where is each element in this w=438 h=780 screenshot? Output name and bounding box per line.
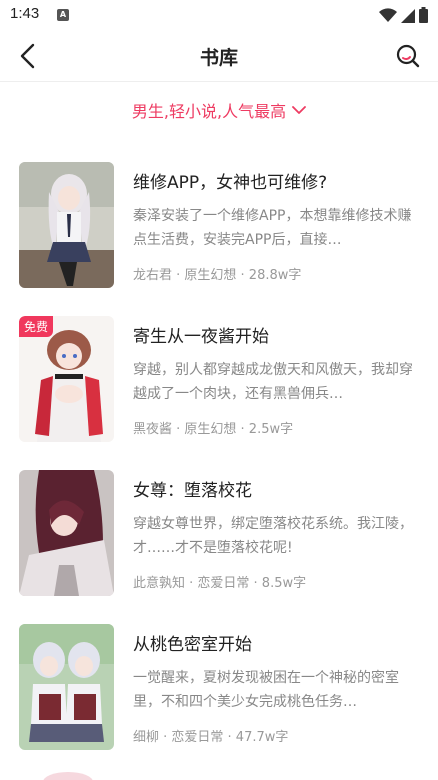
- cover-illustration: [19, 470, 114, 596]
- filter-label: 男生,轻小说,人气最高: [131, 102, 287, 121]
- book-item[interactable]: 免费 寄生从一夜酱开始 穿越，别人都穿越成龙傲天和风傲天，我却穿越成了一个肉块，…: [0, 314, 438, 468]
- book-list: 维修APP，女神也可维修? 秦泽安装了一个维修APP，本想靠维修技术赚点生活费，…: [0, 160, 438, 776]
- book-meta: 龙右君 · 原生幻想 · 28.8w字: [133, 268, 302, 283]
- battery-icon: [419, 7, 428, 23]
- book-title: 女尊：堕落校花: [133, 481, 252, 501]
- notification-app-icon: A: [57, 9, 69, 21]
- search-button[interactable]: [392, 40, 424, 72]
- cellular-signal-icon: [401, 8, 415, 23]
- cover-illustration: [19, 624, 114, 750]
- book-cover[interactable]: 免费: [19, 316, 114, 442]
- book-item[interactable]: 维修APP，女神也可维修? 秦泽安装了一个维修APP，本想靠维修技术赚点生活费，…: [0, 160, 438, 314]
- book-description: 秦泽安装了一个维修APP，本想靠维修技术赚点生活费，安装完APP后，直接…: [133, 208, 412, 248]
- book-item[interactable]: 女尊：堕落校花 穿越女尊世界，绑定堕落校花系统。我江陵，才……才不是堕落校花呢!…: [0, 468, 438, 622]
- book-description: 一觉醒来，夏树发现被困在一个神秘的密室里，不和四个美少女完成桃色任务…: [133, 670, 399, 710]
- app-header: 书库: [0, 30, 438, 82]
- book-description: 穿越女尊世界，绑定堕落校花系统。我江陵，才……才不是堕落校花呢!: [133, 516, 413, 556]
- free-badge: 免费: [19, 316, 54, 337]
- chevron-down-icon: [292, 106, 306, 114]
- filter-selector[interactable]: 男生,轻小说,人气最高: [0, 96, 438, 124]
- book-title: 从桃色密室开始: [133, 635, 252, 655]
- cover-illustration: [19, 162, 114, 288]
- status-time: 1:43: [10, 5, 40, 22]
- book-title: 寄生从一夜酱开始: [133, 327, 269, 347]
- book-item[interactable]: 从桃色密室开始 一觉醒来，夏树发现被困在一个神秘的密室里，不和四个美少女完成桃色…: [0, 622, 438, 776]
- page-title: 书库: [199, 47, 238, 69]
- status-bar: 1:43 A: [0, 0, 438, 30]
- book-meta: 黑夜酱 · 原生幻想 · 2.5w字: [133, 422, 294, 437]
- book-cover[interactable]: [19, 470, 114, 596]
- book-description: 穿越，别人都穿越成龙傲天和风傲天，我却穿越成了一个肉块，还有黑兽佣兵…: [133, 362, 413, 402]
- book-cover[interactable]: [19, 162, 114, 288]
- status-icons: [379, 7, 428, 23]
- wifi-icon: [379, 7, 397, 22]
- search-icon: [396, 44, 420, 68]
- book-cover[interactable]: [19, 624, 114, 750]
- book-meta: 此意孰知 · 恋爱日常 · 8.5w字: [133, 576, 307, 591]
- book-meta: 细柳 · 恋爱日常 · 47.7w字: [133, 730, 289, 745]
- book-title: 维修APP，女神也可维修?: [133, 173, 328, 193]
